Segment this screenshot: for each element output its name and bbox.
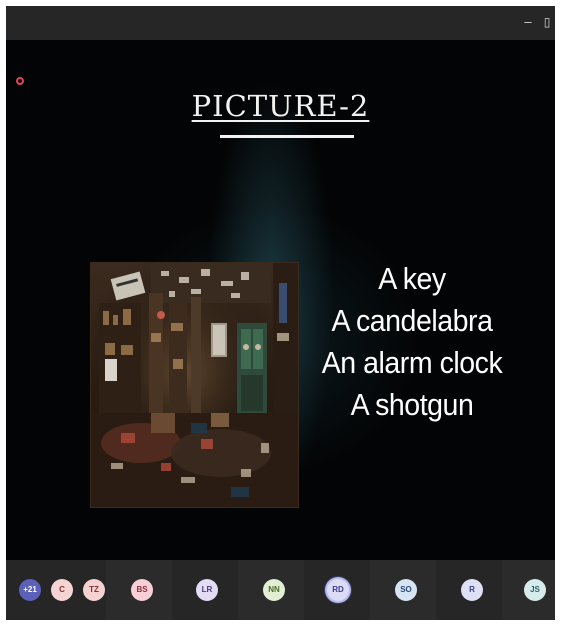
cluttered-room-image — [91, 263, 298, 507]
recording-indicator-icon — [16, 77, 24, 85]
participant-avatar[interactable]: NN — [263, 579, 285, 601]
participant-avatar[interactable]: JS — [524, 579, 546, 601]
title-underline — [220, 135, 354, 138]
participant-avatar[interactable]: LR — [196, 579, 218, 601]
participant-avatar[interactable]: RD — [327, 579, 349, 601]
list-item: A key — [378, 261, 446, 296]
list-item: An alarm clock — [321, 345, 503, 380]
minimize-button[interactable]: – — [520, 14, 536, 30]
participant-avatar[interactable]: SO — [395, 579, 417, 601]
shared-screen: PICTURE-2 A key A candelabra An alarm cl… — [6, 40, 555, 560]
title-bar: – ▯ — [6, 6, 555, 40]
participants-bar: +21 C TZ BS LR NN RD SO R JS — [6, 560, 555, 620]
meeting-window: – ▯ PICTURE-2 A key A candelabra An alar… — [6, 6, 555, 620]
hidden-objects-picture — [90, 262, 299, 508]
items-to-find-list: A key A candelabra An alarm clock A shot… — [302, 258, 522, 426]
participant-avatar[interactable]: TZ — [83, 579, 105, 601]
participant-avatar[interactable]: C — [51, 579, 73, 601]
slide-title: PICTURE-2 — [191, 89, 370, 123]
restore-button[interactable]: ▯ — [539, 14, 555, 30]
participant-avatar[interactable]: R — [461, 579, 483, 601]
more-participants-button[interactable]: +21 — [19, 579, 41, 601]
participant-avatar[interactable]: BS — [131, 579, 153, 601]
list-item: A shotgun — [350, 387, 474, 422]
list-item: A candelabra — [331, 303, 493, 338]
